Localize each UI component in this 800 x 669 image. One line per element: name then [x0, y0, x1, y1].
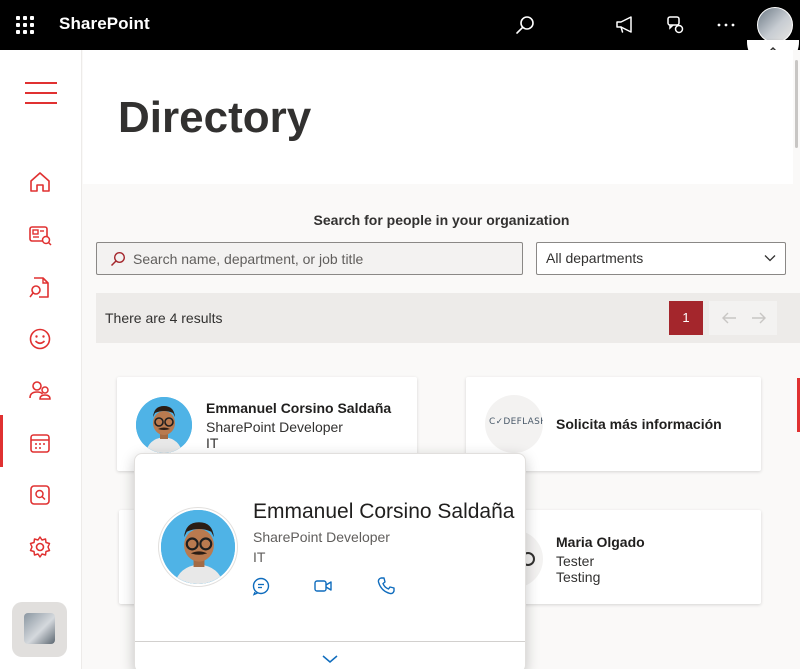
chat-settings-icon[interactable] [664, 13, 688, 37]
app-name[interactable]: SharePoint [59, 14, 150, 34]
search-heading: Search for people in your organization [313, 212, 570, 228]
arrow-left-icon[interactable] [721, 311, 737, 325]
person-title: Tester [556, 553, 595, 569]
codeflash-logo: C✓DEFLASH [485, 395, 543, 453]
rail-user-avatar[interactable] [12, 602, 67, 657]
page-title: Directory [118, 93, 312, 142]
expand-profile-button[interactable] [321, 651, 339, 669]
megaphone-icon[interactable] [613, 13, 637, 37]
results-bar: There are 4 results 1 [96, 293, 800, 343]
video-call-icon[interactable] [313, 576, 335, 598]
search-box[interactable] [96, 242, 523, 275]
person-department: Testing [556, 569, 601, 585]
search-icon[interactable] [513, 13, 537, 37]
arrow-right-icon[interactable] [751, 311, 767, 325]
person-name: Emmanuel Corsino Saldaña [206, 400, 392, 416]
scrollbar[interactable] [795, 60, 798, 148]
more-icon[interactable] [714, 13, 738, 37]
hamburger-menu-icon[interactable] [25, 82, 57, 104]
settings-icon[interactable] [27, 534, 53, 560]
suite-header: SharePoint [0, 0, 800, 50]
waffle-icon[interactable] [16, 16, 34, 34]
popup-divider [135, 641, 525, 642]
popup-person-department: IT [253, 549, 266, 565]
news-icon[interactable] [27, 222, 53, 248]
chat-icon[interactable] [251, 576, 273, 598]
department-selected: All departments [546, 250, 644, 266]
search-box-icon[interactable] [27, 482, 53, 508]
popup-person-photo [159, 508, 237, 586]
chevron-down-icon [764, 255, 776, 262]
person-title: SharePoint Developer [206, 419, 343, 435]
profile-card-popup: Emmanuel Corsino Saldaña SharePoint Deve… [134, 453, 526, 669]
person-photo [136, 397, 192, 453]
popup-person-title: SharePoint Developer [253, 529, 390, 545]
popup-person-name: Emmanuel Corsino Saldaña [253, 500, 515, 523]
people-icon[interactable] [27, 377, 53, 403]
emoji-icon[interactable] [27, 326, 53, 352]
document-search-icon[interactable] [27, 275, 53, 301]
results-count: There are 4 results [105, 310, 223, 326]
page-button-1[interactable]: 1 [669, 301, 703, 335]
promo-title: Solicita más información [556, 416, 722, 432]
calendar-icon[interactable] [27, 430, 53, 456]
title-area: Directory [83, 50, 793, 184]
person-name: Maria Olgado [556, 534, 645, 550]
person-department: IT [206, 435, 219, 451]
left-navigation-rail [0, 50, 82, 669]
chevron-down-icon [322, 655, 338, 663]
search-icon [110, 251, 126, 267]
pagination-arrows [709, 301, 777, 335]
user-avatar[interactable] [757, 7, 793, 43]
active-indicator [0, 415, 3, 467]
department-dropdown[interactable]: All departments [536, 242, 786, 275]
search-input[interactable] [133, 248, 513, 270]
phone-icon[interactable] [376, 576, 398, 598]
home-icon[interactable] [27, 169, 53, 195]
